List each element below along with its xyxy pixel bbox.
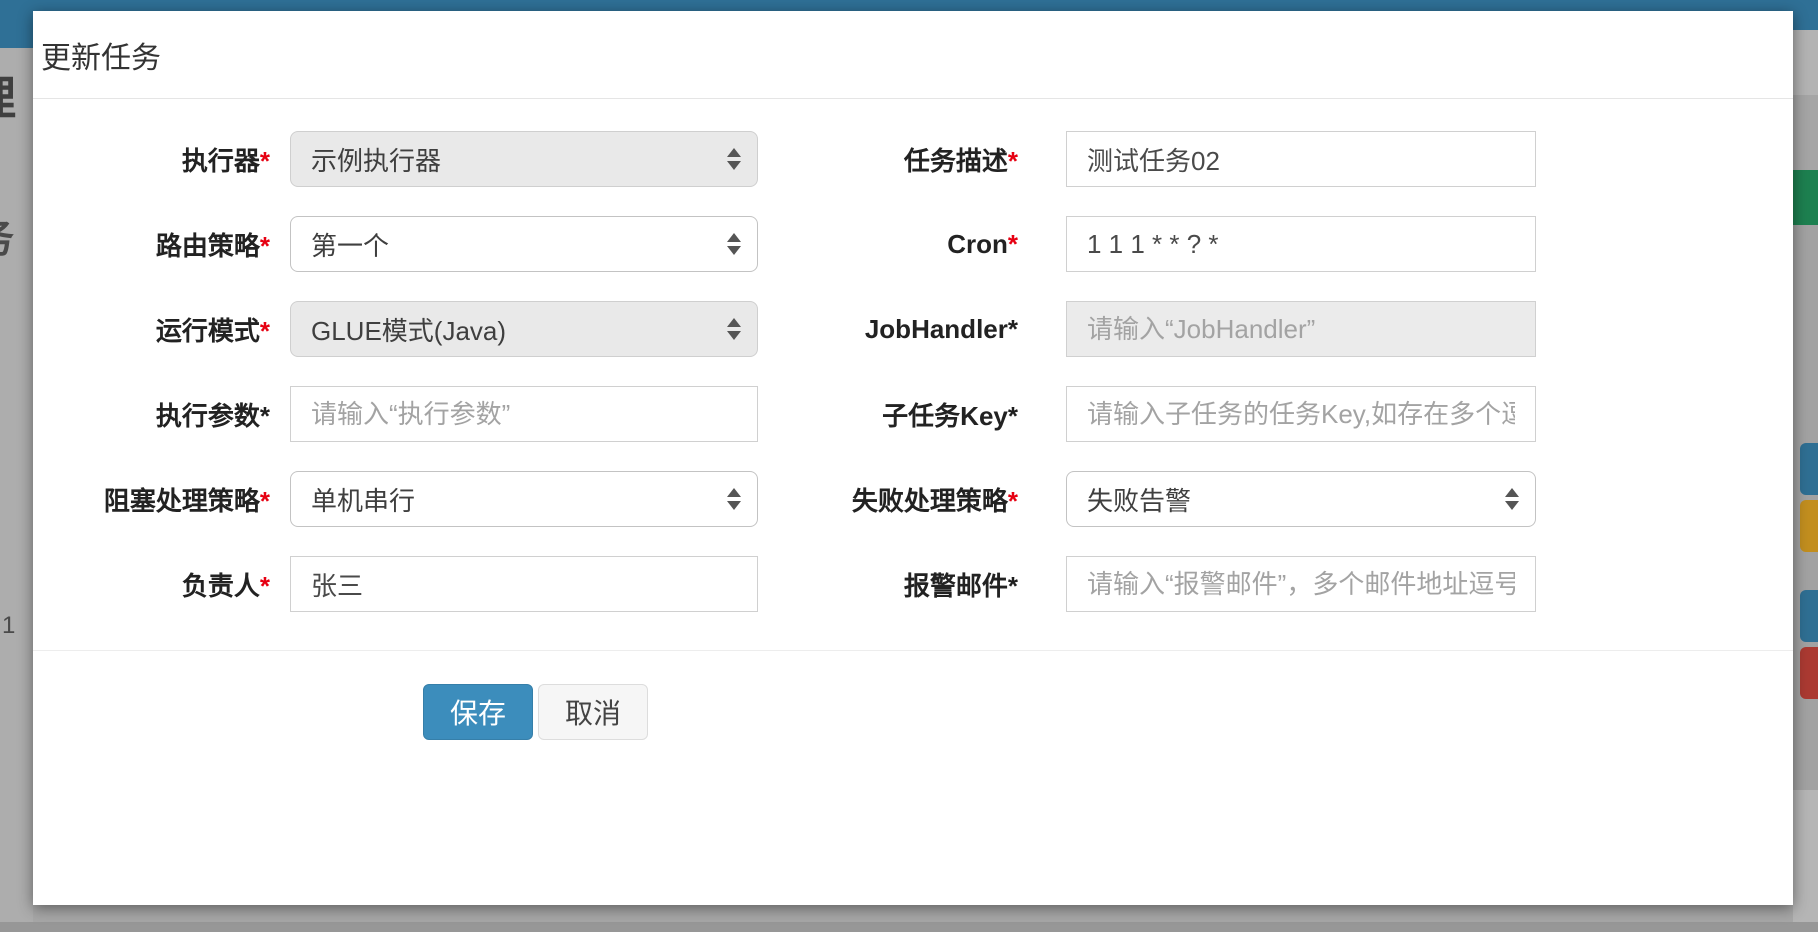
fail-strategy-label: 失败处理策略* xyxy=(758,481,1018,518)
author-input[interactable] xyxy=(290,556,758,612)
required-marker: * xyxy=(1008,571,1018,601)
modal-body: 执行器* 示例执行器 任务描述* 路由策略* 第一个 Cron* xyxy=(33,99,1793,740)
route-strategy-label: 路由策略* xyxy=(33,226,270,263)
job-handler-input[interactable] xyxy=(1066,301,1536,357)
block-strategy-select[interactable]: 单机串行 xyxy=(290,471,758,527)
required-marker: * xyxy=(260,571,270,601)
background-heading-fragment: 理 xyxy=(0,62,16,128)
form-row: 路由策略* 第一个 Cron* xyxy=(33,216,1793,272)
block-strategy-select-value: 单机串行 xyxy=(311,481,415,518)
required-marker: * xyxy=(1008,401,1018,431)
child-jobkey-input[interactable] xyxy=(1066,386,1536,442)
background-band xyxy=(1793,790,1818,932)
select-arrows-icon xyxy=(1505,488,1519,510)
required-marker: * xyxy=(260,401,270,431)
exec-param-input[interactable] xyxy=(290,386,758,442)
cron-input[interactable] xyxy=(1066,216,1536,272)
background-number-fragment: 1 xyxy=(2,612,15,640)
job-desc-label: 任务描述* xyxy=(758,141,1018,178)
background-right-edge xyxy=(1793,0,1818,932)
required-marker: * xyxy=(260,231,270,261)
background-orange-button-fragment xyxy=(1800,500,1818,552)
footer-divider xyxy=(33,650,1793,651)
background-blue-button-fragment xyxy=(1800,590,1818,642)
page-header-corner xyxy=(0,0,33,48)
required-marker: * xyxy=(260,316,270,346)
background-band xyxy=(1793,30,1818,95)
success-alert-fragment xyxy=(1793,170,1818,225)
form-row: 运行模式* GLUE模式(Java) JobHandler* xyxy=(33,301,1793,357)
exec-param-label: 执行参数* xyxy=(33,396,270,433)
select-arrows-icon xyxy=(727,488,741,510)
modal-footer: 保存 取消 xyxy=(33,684,1793,740)
modal-title: 更新任务 xyxy=(41,33,161,77)
select-arrows-icon xyxy=(727,318,741,340)
form-row: 负责人* 报警邮件* xyxy=(33,556,1793,612)
background-band xyxy=(1793,95,1818,170)
background-left-edge: 理 务 1 xyxy=(0,0,33,932)
route-strategy-select-value: 第一个 xyxy=(311,226,389,263)
form-row: 执行参数* 子任务Key* xyxy=(33,386,1793,442)
required-marker: * xyxy=(260,486,270,516)
fail-strategy-select-value: 失败告警 xyxy=(1087,481,1191,518)
page-header-fragment xyxy=(1793,0,1818,30)
author-label: 负责人* xyxy=(33,566,270,603)
block-strategy-label: 阻塞处理策略* xyxy=(33,481,270,518)
child-jobkey-label: 子任务Key* xyxy=(758,396,1018,433)
executor-label: 执行器* xyxy=(33,141,270,178)
glue-type-select[interactable]: GLUE模式(Java) xyxy=(290,301,758,357)
select-arrows-icon xyxy=(727,233,741,255)
background-text-fragment: 务 xyxy=(0,206,14,264)
glue-type-label: 运行模式* xyxy=(33,311,270,348)
fail-strategy-select[interactable]: 失败告警 xyxy=(1066,471,1536,527)
job-desc-input[interactable] xyxy=(1066,131,1536,187)
alarm-email-label: 报警邮件* xyxy=(758,566,1018,603)
cancel-button[interactable]: 取消 xyxy=(538,684,648,740)
select-arrows-icon xyxy=(727,148,741,170)
cron-label: Cron* xyxy=(758,229,1018,260)
background-red-button-fragment xyxy=(1800,647,1818,699)
required-marker: * xyxy=(260,146,270,176)
save-button[interactable]: 保存 xyxy=(423,684,533,740)
required-marker: * xyxy=(1008,314,1018,344)
background-bottom-edge xyxy=(0,922,1818,932)
route-strategy-select[interactable]: 第一个 xyxy=(290,216,758,272)
executor-select-value: 示例执行器 xyxy=(311,141,441,178)
form-row: 执行器* 示例执行器 任务描述* xyxy=(33,131,1793,187)
executor-select[interactable]: 示例执行器 xyxy=(290,131,758,187)
form-row: 阻塞处理策略* 单机串行 失败处理策略* 失败告警 xyxy=(33,471,1793,527)
background-blue-button-fragment xyxy=(1800,443,1818,495)
alarm-email-input[interactable] xyxy=(1066,556,1536,612)
modal-header: 更新任务 xyxy=(33,11,1793,99)
required-marker: * xyxy=(1008,146,1018,176)
required-marker: * xyxy=(1008,229,1018,259)
glue-type-select-value: GLUE模式(Java) xyxy=(311,311,506,348)
update-task-modal: 更新任务 执行器* 示例执行器 任务描述* 路由策略* 第一个 xyxy=(33,11,1793,905)
required-marker: * xyxy=(1008,486,1018,516)
job-handler-label: JobHandler* xyxy=(758,314,1018,345)
